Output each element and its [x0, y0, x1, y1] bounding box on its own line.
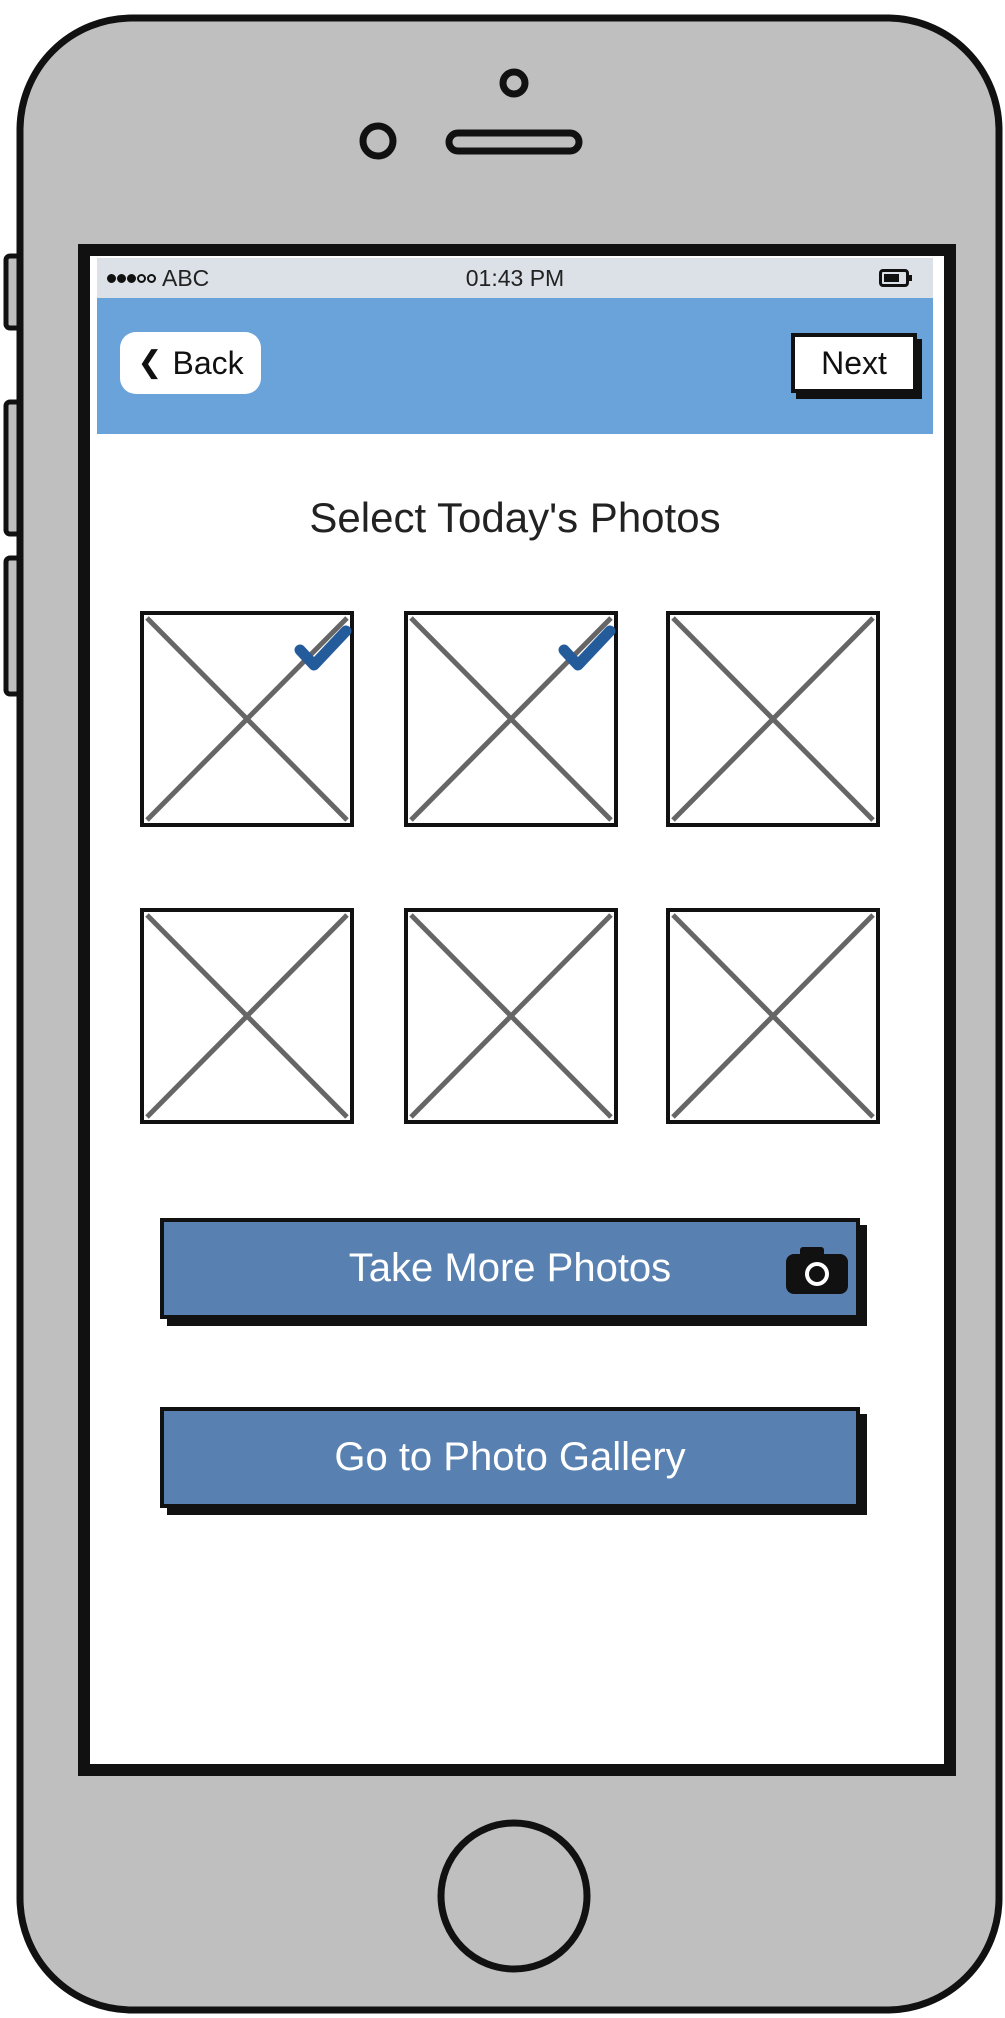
- image-placeholder-icon: [666, 611, 880, 827]
- next-button[interactable]: Next: [791, 333, 917, 393]
- back-button-label: Back: [172, 344, 244, 381]
- home-button: [437, 1819, 591, 1973]
- take-more-photos-button[interactable]: Take More Photos: [160, 1218, 860, 1319]
- photo-tile-2[interactable]: [404, 611, 618, 827]
- image-placeholder-icon: [404, 611, 618, 827]
- photo-tile-3[interactable]: [666, 611, 880, 827]
- chevron-left-icon: ❮: [137, 346, 163, 379]
- take-more-photos-label: Take More Photos: [348, 1246, 672, 1290]
- photo-tile-6[interactable]: [666, 908, 880, 1124]
- photo-tile-1[interactable]: [140, 611, 354, 827]
- camera-icon: [786, 1247, 848, 1294]
- mockup-stage: ABC 01:43 PM ❮ Back Next Select Today's …: [0, 0, 1005, 2018]
- proximity-sensor: [359, 122, 397, 160]
- go-to-photo-gallery-button[interactable]: Go to Photo Gallery: [160, 1407, 860, 1508]
- image-placeholder-icon: [666, 908, 880, 1124]
- nav-bar: ❮ Back Next: [97, 298, 933, 434]
- back-button[interactable]: ❮ Back: [120, 332, 261, 394]
- image-placeholder-icon: [140, 908, 354, 1124]
- battery-icon: [879, 269, 912, 287]
- next-button-label: Next: [821, 344, 887, 381]
- image-placeholder-icon: [140, 611, 354, 827]
- front-camera: [499, 68, 529, 98]
- status-time: 01:43 PM: [465, 265, 565, 291]
- photo-tile-4[interactable]: [140, 908, 354, 1124]
- image-placeholder-icon: [404, 908, 618, 1124]
- speaker-grille: [445, 129, 583, 155]
- page-title: Select Today's Photos: [309, 494, 721, 541]
- go-to-photo-gallery-label: Go to Photo Gallery: [334, 1435, 686, 1479]
- photo-tile-5[interactable]: [404, 908, 618, 1124]
- status-bar: ABC 01:43 PM: [97, 258, 933, 298]
